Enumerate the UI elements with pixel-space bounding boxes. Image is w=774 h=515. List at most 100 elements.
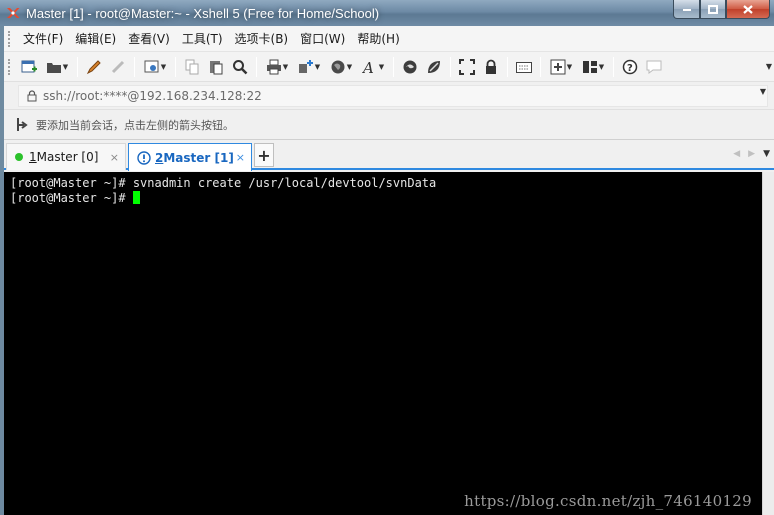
address-text: ssh://root:****@192.168.234.128:22 [43,89,262,103]
svg-text:?: ? [627,63,633,74]
tab-list-icon[interactable]: ▼ [763,149,770,159]
toolbar-separator [134,56,135,77]
menu-edit[interactable]: 编辑(E) [69,26,122,52]
lock-icon [27,90,37,102]
tab-master-0[interactable]: 1 Master [0] × [6,143,126,170]
tab-number: 1 [29,150,37,164]
transfer-button[interactable]: ▼ [294,56,324,78]
folder-icon [46,62,61,73]
toolbar-separator [175,56,176,77]
window-controls [673,0,770,19]
new-session-icon [21,60,37,72]
tab-close-icon[interactable]: × [236,151,245,164]
chat-button[interactable] [643,56,665,78]
toolbar-separator [256,56,257,77]
tab-prev-icon[interactable]: ◀ [733,149,740,159]
globe-icon [331,60,345,73]
menu-help[interactable]: 帮助(H) [351,26,405,52]
minimize-button[interactable] [673,0,700,19]
toolbar-grip[interactable] [8,58,11,75]
tab-master-1[interactable]: 2 Master [1] × [128,143,252,171]
fullscreen-icon [459,58,475,75]
toolbar-separator [77,56,78,77]
add-tab-button[interactable]: + [254,143,274,167]
tab-next-icon[interactable]: ▶ [748,149,755,159]
toolbar-separator [450,56,451,77]
transfer-icon [298,59,313,73]
alert-icon [137,150,151,165]
hint-text: 要添加当前会话，点击左侧的箭头按钮。 [36,118,234,132]
terminal-line: [root@Master ~]# svnadmin create /usr/lo… [10,176,437,190]
terminal-scrollbar[interactable] [762,172,774,515]
toolbar-separator [393,56,394,77]
fullscreen-button[interactable] [456,56,478,78]
tab-label: Master [1] [163,150,234,165]
chat-icon [646,60,662,74]
xftp-button[interactable] [399,56,421,78]
help-button[interactable]: ? [619,56,641,78]
connected-status-icon [15,153,23,161]
font-icon: A [362,59,374,75]
reconnect-button[interactable] [83,56,105,78]
menu-file[interactable]: 文件(F) [17,26,69,52]
pencil-icon [86,59,101,74]
layout-button[interactable]: ▼ [578,56,608,78]
paste-icon [210,60,223,74]
open-session-button[interactable]: ▼ [42,56,72,78]
toolbar-separator [613,56,614,77]
svg-text:A: A [362,59,374,75]
main-window: 文件(F) 编辑(E) 查看(V) 工具(T) 选项卡(B) 窗口(W) 帮助(… [4,26,774,515]
toolbar: ▼ ▼ ▼ ▼ ▼ A ▼ ▼ ▼ ? ▼ [4,52,774,82]
font-button[interactable]: A ▼ [358,56,388,78]
menu-window[interactable]: 窗口(W) [294,26,351,52]
toolbar-separator [540,56,541,77]
menu-tabs[interactable]: 选项卡(B) [229,26,295,52]
toolbar-overflow-icon[interactable]: ▼ [766,62,772,71]
address-bar: ssh://root:****@192.168.234.128:22 ▼ [4,82,774,110]
find-button[interactable] [229,56,251,78]
layout-icon [582,60,597,73]
new-tab-button[interactable]: ▼ [546,56,576,78]
menu-tools[interactable]: 工具(T) [176,26,229,52]
keyboard-icon [516,61,532,73]
keyboard-button[interactable] [513,56,535,78]
paste-button[interactable] [205,56,227,78]
toolbar-separator [507,56,508,77]
terminal-prompt: [root@Master ~]# [10,191,133,205]
menubar-grip[interactable] [8,30,11,47]
terminal[interactable]: [root@Master ~]# svnadmin create /usr/lo… [4,172,762,515]
address-dropdown-icon[interactable]: ▼ [760,87,766,96]
properties-button[interactable]: ▼ [140,56,170,78]
title-bar[interactable]: Master [1] - root@Master:~ - Xshell 5 (F… [0,0,774,26]
close-button[interactable] [726,0,770,19]
new-session-button[interactable] [18,56,40,78]
tab-bar: 1 Master [0] × 2 Master [1] × + ◀ ▶ ▼ [4,140,774,171]
disconnect-icon [111,60,125,73]
leaf-icon [428,60,440,73]
watermark: https://blog.csdn.net/zjh_746140129 [464,492,752,510]
help-icon: ? [622,59,638,74]
terminal-cursor [132,191,140,204]
xmanager-button[interactable] [423,56,445,78]
tab-navigation: ◀ ▶ ▼ [733,149,770,159]
globe-button[interactable]: ▼ [326,56,356,78]
copy-button[interactable] [181,56,203,78]
swirl-icon [403,60,417,73]
xshell-logo-icon [5,5,21,21]
menu-view[interactable]: 查看(V) [122,26,176,52]
tab-close-icon[interactable]: × [110,151,119,164]
menu-bar: 文件(F) 编辑(E) 查看(V) 工具(T) 选项卡(B) 窗口(W) 帮助(… [4,26,774,52]
print-button[interactable]: ▼ [262,56,292,78]
maximize-button[interactable] [700,0,726,19]
session-hint-bar: 要添加当前会话，点击左侧的箭头按钮。 [4,110,774,140]
tab-label: Master [0] [36,150,99,164]
disconnect-button[interactable] [107,56,129,78]
address-field[interactable]: ssh://root:****@192.168.234.128:22 [18,85,768,107]
tab-number: 2 [155,150,164,165]
printer-icon [266,59,281,74]
add-session-arrow-icon [17,117,28,131]
window-title: Master [1] - root@Master:~ - Xshell 5 (F… [26,5,380,21]
add-tab-icon [550,59,566,74]
lock-button[interactable] [480,56,502,78]
copy-icon [185,59,199,74]
